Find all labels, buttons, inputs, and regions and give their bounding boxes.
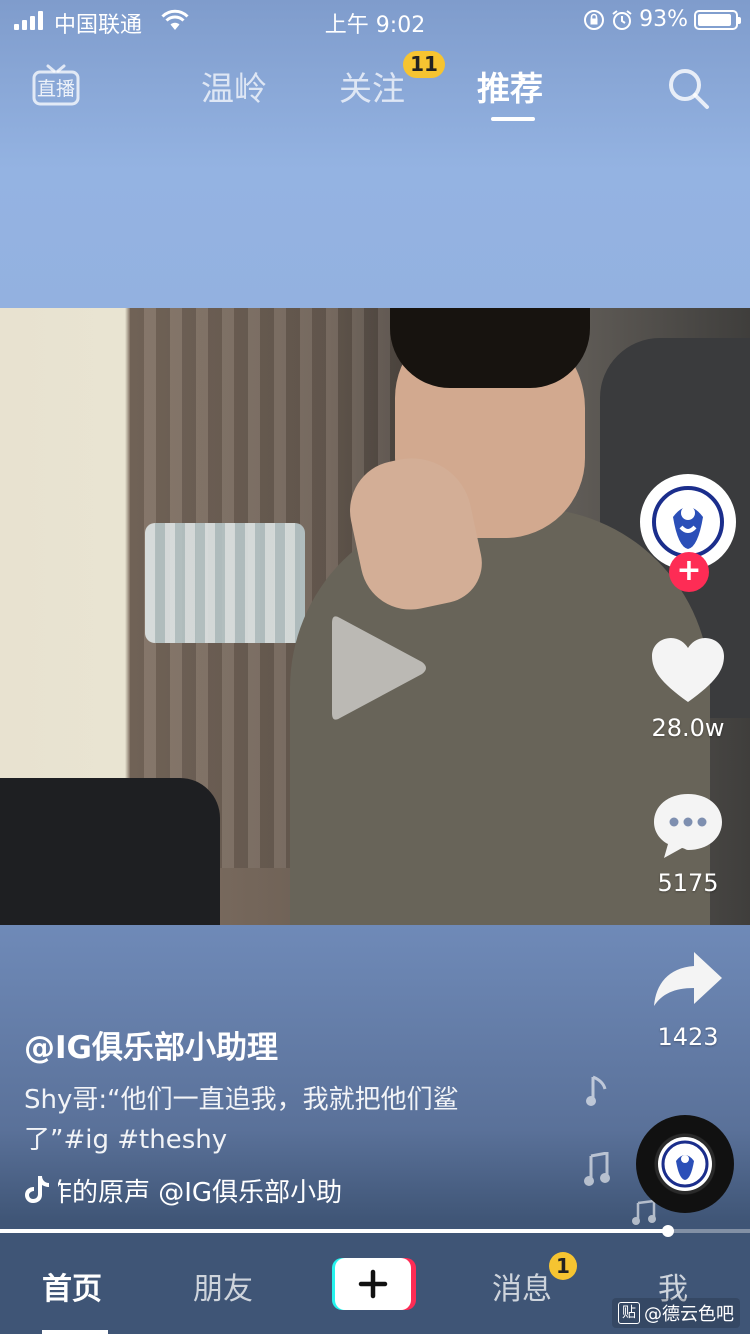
video-caption: Shy哥:“他们一直追我，我就把他们鲨了”#ig #theshy [24, 1085, 459, 1155]
nav-messages[interactable]: 消息 [492, 1264, 552, 1308]
music-marquee[interactable]: 作的原声 @IG俱乐部小助 [24, 1172, 424, 1208]
share-count: 1423 [657, 1023, 719, 1051]
crib-background [145, 523, 305, 643]
alarm-icon [612, 9, 632, 30]
status-right: 93% [583, 7, 741, 32]
live-label: 直播 [37, 78, 75, 100]
battery-percent: 93% [639, 7, 688, 32]
floating-note-icon-3 [632, 1200, 656, 1225]
orientation-lock-icon [584, 9, 605, 30]
watermark-text: @德云色吧 [644, 1304, 734, 1325]
music-disc[interactable] [636, 1115, 734, 1213]
create-plus-button[interactable] [332, 1258, 416, 1310]
watermark: 贴 @德云色吧 [612, 1298, 740, 1328]
heart-icon[interactable] [650, 636, 726, 706]
nav-home[interactable]: 首页 [42, 1264, 102, 1308]
desk-foreground [0, 778, 220, 925]
bottom-nav: 首页 朋友 消息 1 我 贴 @德云色吧 [0, 1236, 750, 1334]
person-hair [390, 308, 590, 388]
search-icon[interactable] [664, 64, 712, 112]
status-bar: 中国联通 上午 9:02 93% [0, 0, 750, 42]
tab-wenling[interactable]: 温岭 [201, 62, 267, 110]
disc-cover-avatar [658, 1137, 712, 1191]
floating-note-icon [586, 1075, 607, 1106]
battery-icon [694, 9, 741, 30]
video-progress-bar[interactable] [0, 1229, 750, 1233]
follow-plus-button[interactable]: + [669, 552, 709, 592]
live-tv-icon[interactable]: 直播 [32, 60, 80, 108]
active-tab-indicator [491, 117, 535, 121]
following-badge: 11 [403, 51, 445, 78]
tab-following[interactable]: 关注 [339, 62, 405, 110]
tab-recommended[interactable]: 推荐 [477, 62, 543, 110]
video-frame[interactable] [0, 308, 750, 925]
share-icon[interactable] [650, 946, 726, 1016]
creator-username[interactable]: @IG俱乐部小助理 [24, 1022, 278, 1067]
messages-badge: 1 [549, 1252, 577, 1280]
nav-friends[interactable]: 朋友 [193, 1264, 253, 1308]
floating-note-icon-2 [584, 1152, 610, 1186]
watermark-icon: 贴 [618, 1302, 640, 1324]
music-title: 作的原声 @IG俱乐部小助 [58, 1178, 343, 1208]
like-count: 28.0w [651, 714, 725, 742]
play-icon[interactable] [322, 608, 432, 728]
video-progress-fill [0, 1229, 668, 1233]
nav-active-underline [42, 1330, 108, 1334]
comment-icon[interactable] [650, 790, 726, 860]
tiktok-note-icon [25, 1176, 49, 1203]
comment-count: 5175 [657, 869, 719, 897]
